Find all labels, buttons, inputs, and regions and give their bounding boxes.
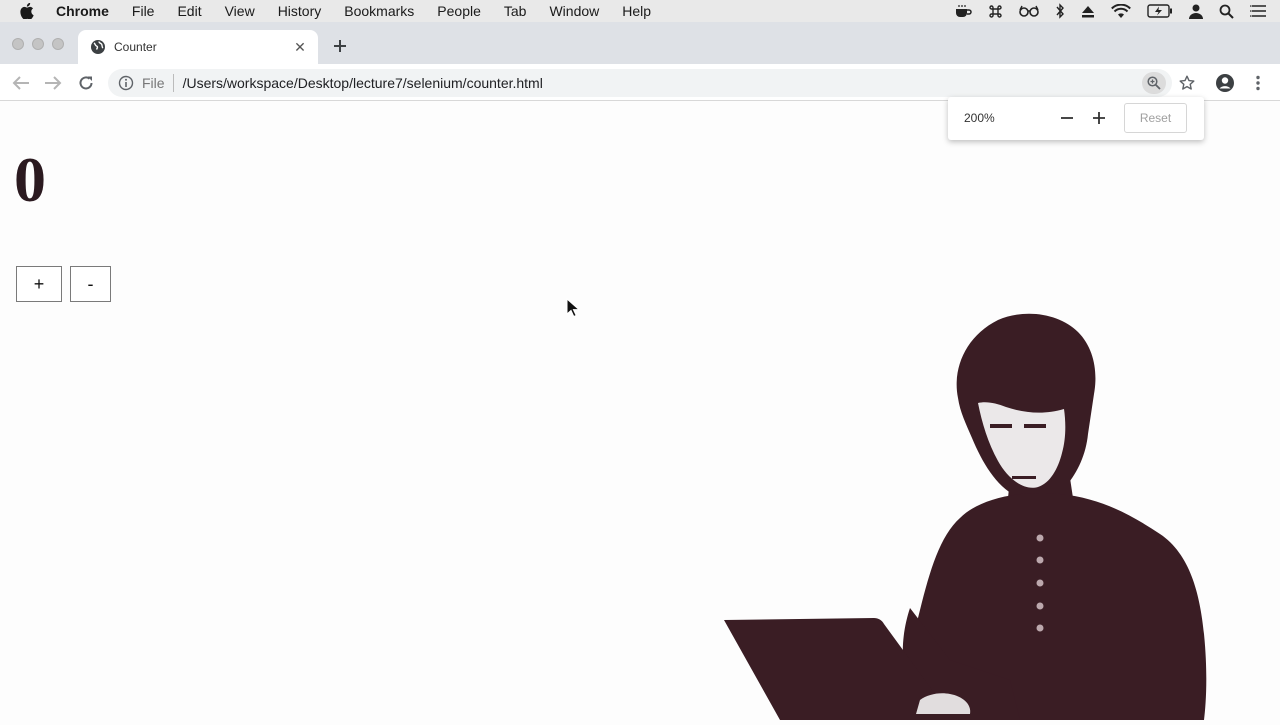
mouse-pointer-icon bbox=[566, 297, 581, 323]
decrement-button[interactable]: - bbox=[70, 266, 111, 302]
menu-app-name[interactable]: Chrome bbox=[56, 3, 109, 19]
menu-file[interactable]: File bbox=[132, 3, 155, 19]
minus-icon bbox=[1061, 117, 1073, 119]
arrow-left-icon bbox=[12, 76, 29, 90]
bluetooth-icon[interactable] bbox=[1055, 3, 1065, 19]
zoom-level-label: 200% bbox=[964, 111, 995, 125]
menu-edit[interactable]: Edit bbox=[177, 3, 201, 19]
command-key-icon[interactable] bbox=[988, 4, 1003, 19]
minimize-window-button[interactable] bbox=[32, 38, 44, 50]
zoom-out-button[interactable] bbox=[1057, 108, 1077, 128]
zoom-magnifier-icon[interactable] bbox=[1142, 72, 1166, 94]
menu-help[interactable]: Help bbox=[622, 3, 651, 19]
browser-toolbar: File /Users/workspace/Desktop/lecture7/s… bbox=[0, 64, 1280, 101]
eject-icon[interactable] bbox=[1081, 5, 1095, 18]
globe-icon bbox=[90, 39, 106, 55]
info-icon[interactable] bbox=[118, 75, 134, 91]
presenter-video-overlay bbox=[720, 308, 1220, 720]
profile-button[interactable] bbox=[1214, 72, 1236, 94]
address-separator bbox=[172, 74, 174, 92]
user-icon[interactable] bbox=[1189, 4, 1203, 19]
counter-value: 0 bbox=[14, 144, 46, 215]
reload-icon bbox=[79, 76, 93, 90]
address-bar[interactable]: File /Users/workspace/Desktop/lecture7/s… bbox=[108, 69, 1172, 97]
coffee-icon[interactable] bbox=[954, 4, 972, 18]
account-circle-icon bbox=[1216, 74, 1234, 92]
menu-view[interactable]: View bbox=[225, 3, 255, 19]
file-scheme-label: File bbox=[142, 75, 165, 91]
menu-history[interactable]: History bbox=[278, 3, 322, 19]
reload-button[interactable] bbox=[75, 72, 97, 94]
wifi-icon[interactable] bbox=[1111, 3, 1131, 19]
tab-counter[interactable]: Counter ✕ bbox=[78, 30, 318, 64]
spotlight-search-icon[interactable] bbox=[1219, 4, 1234, 19]
zoom-in-button[interactable] bbox=[1089, 108, 1109, 128]
more-vertical-icon bbox=[1256, 75, 1260, 91]
browser-tab-strip: Counter ✕ bbox=[0, 22, 1280, 64]
apple-menu-icon[interactable] bbox=[20, 3, 38, 19]
menu-bookmarks[interactable]: Bookmarks bbox=[344, 3, 414, 19]
menu-bar-status-area bbox=[954, 0, 1266, 22]
chrome-menu-button[interactable] bbox=[1250, 72, 1266, 94]
close-window-button[interactable] bbox=[12, 38, 24, 50]
menu-list-icon[interactable] bbox=[1250, 5, 1266, 17]
star-icon bbox=[1179, 75, 1195, 90]
menu-people[interactable]: People bbox=[437, 3, 481, 19]
menu-tab[interactable]: Tab bbox=[504, 3, 527, 19]
glasses-icon[interactable] bbox=[1019, 5, 1039, 17]
window-controls bbox=[12, 38, 64, 50]
menu-window[interactable]: Window bbox=[549, 3, 599, 19]
plus-icon bbox=[1093, 112, 1105, 124]
zoom-popup: 200% Reset bbox=[948, 97, 1204, 140]
plus-icon bbox=[334, 40, 346, 52]
back-button[interactable] bbox=[10, 72, 32, 94]
battery-charging-icon[interactable] bbox=[1147, 4, 1173, 18]
new-tab-button[interactable] bbox=[330, 36, 350, 56]
zoom-reset-button[interactable]: Reset bbox=[1124, 103, 1187, 133]
macos-menu-bar: Chrome File Edit View History Bookmarks … bbox=[0, 0, 1280, 22]
forward-button[interactable] bbox=[42, 72, 64, 94]
arrow-right-icon bbox=[45, 76, 62, 90]
tab-title: Counter bbox=[114, 40, 157, 54]
url-text[interactable]: /Users/workspace/Desktop/lecture7/seleni… bbox=[183, 75, 543, 91]
bookmark-star-button[interactable] bbox=[1176, 72, 1198, 94]
increment-button[interactable]: + bbox=[16, 266, 62, 302]
close-tab-icon[interactable]: ✕ bbox=[292, 39, 308, 55]
zoom-window-button[interactable] bbox=[52, 38, 64, 50]
